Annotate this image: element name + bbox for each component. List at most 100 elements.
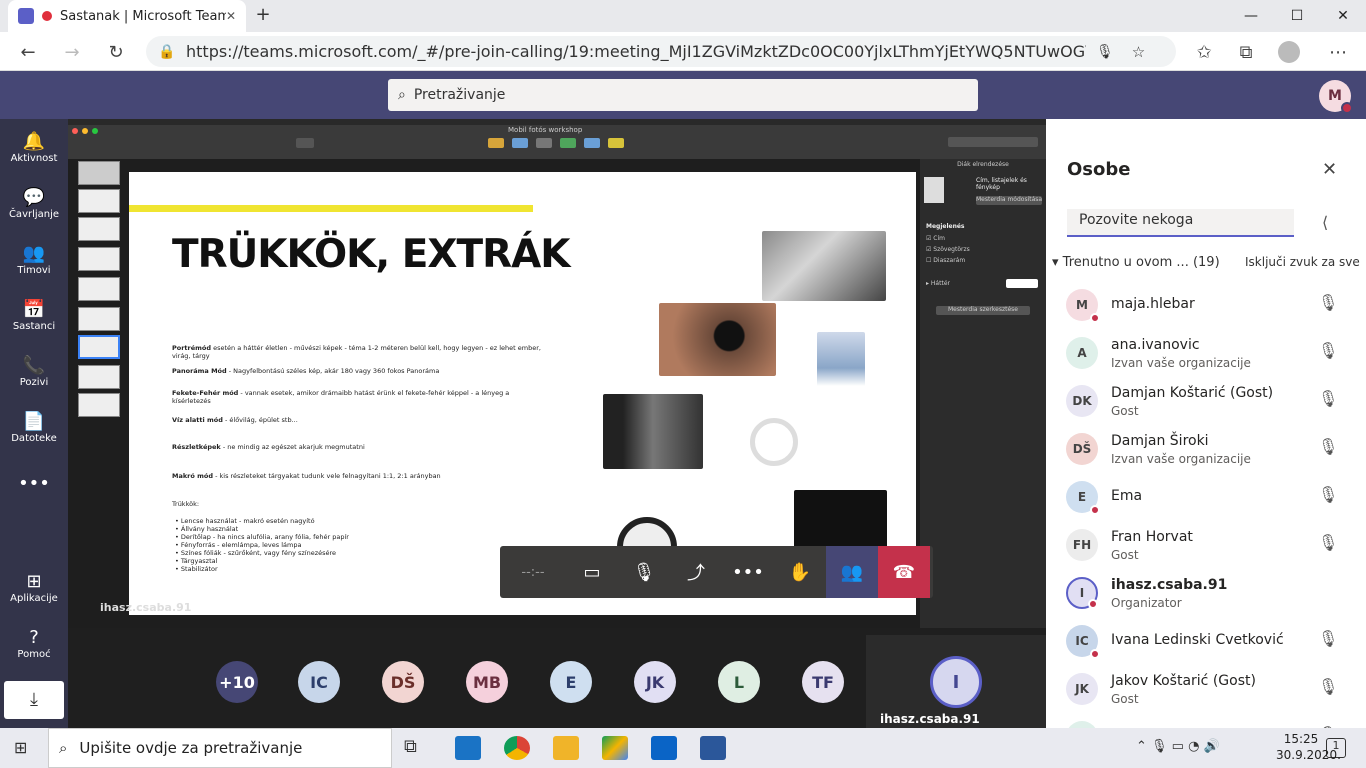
collections-icon[interactable]: ⧉ <box>1232 38 1260 66</box>
share-screen-button[interactable]: ⤴ <box>670 546 722 598</box>
rail-more[interactable]: ••• <box>0 473 68 495</box>
person-initials: E <box>1077 490 1087 504</box>
favorites-icon[interactable]: ✩ <box>1190 38 1218 66</box>
outlook-icon[interactable] <box>651 736 677 760</box>
participant-bubble[interactable]: IC <box>298 661 340 703</box>
word-icon[interactable] <box>700 736 726 760</box>
person-row[interactable]: FH Fran Horvat Gost 🎙 <box>1046 521 1366 569</box>
rail-files[interactable]: 📄 Datoteke <box>0 411 68 444</box>
mic-muted-icon[interactable]: 🎙 <box>1318 629 1338 648</box>
google-drive-icon[interactable] <box>602 736 628 760</box>
mic-muted-icon[interactable]: 🎙 <box>1318 293 1338 312</box>
slide-line-text: esetén a háttér életlen - művészi képek … <box>172 344 541 360</box>
rail-calls[interactable]: 📞 Pozivi <box>0 355 68 388</box>
search-icon: ⌕ <box>59 739 68 757</box>
teams-search-input[interactable]: ⌕ Pretraživanje <box>388 79 978 111</box>
person-row[interactable]: Katalin Horváth dr. (Vendég)🎙 <box>1046 713 1366 728</box>
trick-text: Tárgyasztal <box>180 557 218 565</box>
chrome-browser-icon[interactable] <box>504 736 530 760</box>
check-label: Szövegtörzs <box>933 246 970 253</box>
check-label: Cím <box>933 235 945 242</box>
more-actions-button[interactable]: ••• <box>722 546 774 598</box>
person-row[interactable]: Iihasz.csaba.91 Organizator <box>1046 569 1366 617</box>
person-row[interactable]: Aana.ivanovic Izvan vaše organizacije 🎙 <box>1046 329 1366 377</box>
back-arrow-icon[interactable]: ← <box>14 38 42 66</box>
trick-text: Állvány használat <box>180 525 239 533</box>
address-bar[interactable]: 🔒 https://teams.microsoft.com/_#/pre-joi… <box>146 36 1176 67</box>
participant-bubble[interactable]: MB <box>466 661 508 703</box>
overflow-participants-bubble[interactable]: +10 <box>216 661 258 703</box>
profile-icon[interactable] <box>1278 41 1300 63</box>
rail-chat[interactable]: 💬 Čavrljanje <box>0 187 68 220</box>
close-panel-icon[interactable]: ✕ <box>1322 159 1337 180</box>
participant-bubble[interactable]: L <box>718 661 760 703</box>
participants-button[interactable]: 👥 <box>826 546 878 598</box>
rail-help[interactable]: ? Pomoć <box>0 627 68 660</box>
mic-muted-icon[interactable]: 🎙 <box>1318 341 1338 360</box>
person-row[interactable]: DŠ Damjan Široki Izvan vaše organizacije 🎙 <box>1046 425 1366 473</box>
edge-browser-icon[interactable] <box>455 736 481 760</box>
hangup-button[interactable]: ☎ <box>878 546 930 598</box>
person-row[interactable]: Mmaja.hlebar 🎙 <box>1046 281 1366 329</box>
person-row[interactable]: JK Jakov Koštarić (Gost) Gost 🎙 <box>1046 665 1366 713</box>
app-rail: 🔔 Aktivnost 💬 Čavrljanje 👥 Timovi 📅 Sastanci… <box>0 119 68 728</box>
menu-dots-icon[interactable]: ⋯ <box>1324 38 1352 66</box>
person-row[interactable]: IC Ivana Ledinski Cvetković 🎙 <box>1046 617 1366 665</box>
slide-thumbnail-active <box>78 335 120 359</box>
close-tab-icon[interactable]: ✕ <box>226 9 236 23</box>
user-avatar[interactable]: M <box>1319 80 1353 114</box>
refresh-icon[interactable]: ↻ <box>102 38 130 66</box>
trick-item: • Stabilizátor <box>175 565 218 573</box>
help-icon: ? <box>29 627 39 648</box>
slide-thumbnail <box>78 189 120 213</box>
minimize-button[interactable]: — <box>1228 0 1274 32</box>
taskbar-clock[interactable]: 15:25 30.9.2020. <box>1276 731 1341 763</box>
mute-all-link[interactable]: Isključi zvuk za sve <box>1245 255 1360 269</box>
inspector-header: Diák elrendezése <box>957 161 1009 168</box>
rail-apps[interactable]: ⊞ Aplikacije <box>0 571 68 604</box>
close-window-button[interactable]: ✕ <box>1320 0 1366 32</box>
browser-tab[interactable]: Sastanak | Microsoft Teams ✕ <box>8 0 246 32</box>
mic-muted-icon[interactable]: 🎙 <box>1318 677 1338 696</box>
invite-input[interactable]: Pozovite nekoga <box>1067 209 1294 237</box>
mic-muted-icon[interactable]: 🎙 <box>1318 389 1338 408</box>
bell-icon: 🔔 <box>22 131 46 152</box>
mic-muted-icon[interactable]: 🎙 <box>1318 533 1338 552</box>
participant-bubble[interactable]: DŠ <box>382 661 424 703</box>
file-explorer-icon[interactable] <box>553 736 579 760</box>
status-busy-icon <box>1090 313 1100 323</box>
participant-bubble[interactable]: E <box>550 661 592 703</box>
person-subtitle: Organizator <box>1111 596 1182 610</box>
camera-off-button[interactable]: ▭ <box>566 546 618 598</box>
taskbar-search[interactable]: ⌕ Upišite ovdje za pretraživanje <box>48 728 392 768</box>
in-meeting-section-toggle[interactable]: ▾ Trenutno u ovom ... (19) <box>1052 255 1220 270</box>
mic-off-button[interactable]: 🎙 <box>618 546 670 598</box>
task-view-icon[interactable]: ⧉ <box>404 736 417 757</box>
windows-start-icon[interactable]: ⊞ <box>14 738 27 757</box>
layout-thumbnail <box>924 177 944 203</box>
browser-toolbar: ← → ↻ 🔒 https://teams.microsoft.com/_#/p… <box>0 32 1366 71</box>
mic-muted-icon[interactable]: 🎙 <box>1318 437 1338 456</box>
slide-line-bold: Panoráma Mód <box>172 367 227 375</box>
participant-bubble[interactable]: TF <box>802 661 844 703</box>
raise-hand-button[interactable]: ✋ <box>774 546 826 598</box>
share-link-icon[interactable]: ⟨ <box>1322 213 1328 232</box>
new-tab-button[interactable]: + <box>252 4 274 26</box>
mic-muted-icon[interactable]: 🎙 <box>1318 485 1338 504</box>
rail-teams[interactable]: 👥 Timovi <box>0 243 68 276</box>
system-tray-icons[interactable]: ⌃ 🎙 ▭ ◔ 🔊 <box>1136 739 1220 754</box>
rail-meetings[interactable]: 📅 Sastanci <box>0 299 68 332</box>
participant-bubble[interactable]: JK <box>634 661 676 703</box>
more-icon: ••• <box>18 473 50 494</box>
person-row[interactable]: E Ema 🎙 <box>1046 473 1366 521</box>
favorite-star-icon[interactable]: ☆ <box>1132 43 1145 61</box>
forward-arrow-icon[interactable]: → <box>58 38 86 66</box>
maximize-button[interactable]: ☐ <box>1274 0 1320 32</box>
microphone-icon[interactable]: 🎙 <box>1096 44 1114 60</box>
person-name: maja.hlebar <box>1111 296 1195 312</box>
rail-activity[interactable]: 🔔 Aktivnost <box>0 131 68 164</box>
person-row[interactable]: DK Damjan Koštarić (Gost) Gost 🎙 <box>1046 377 1366 425</box>
slide-thumbnail <box>78 161 120 185</box>
slide-line: Víz alatti mód - élővilág, épület stb... <box>172 416 298 424</box>
download-icon[interactable]: ⤓ <box>4 681 64 719</box>
